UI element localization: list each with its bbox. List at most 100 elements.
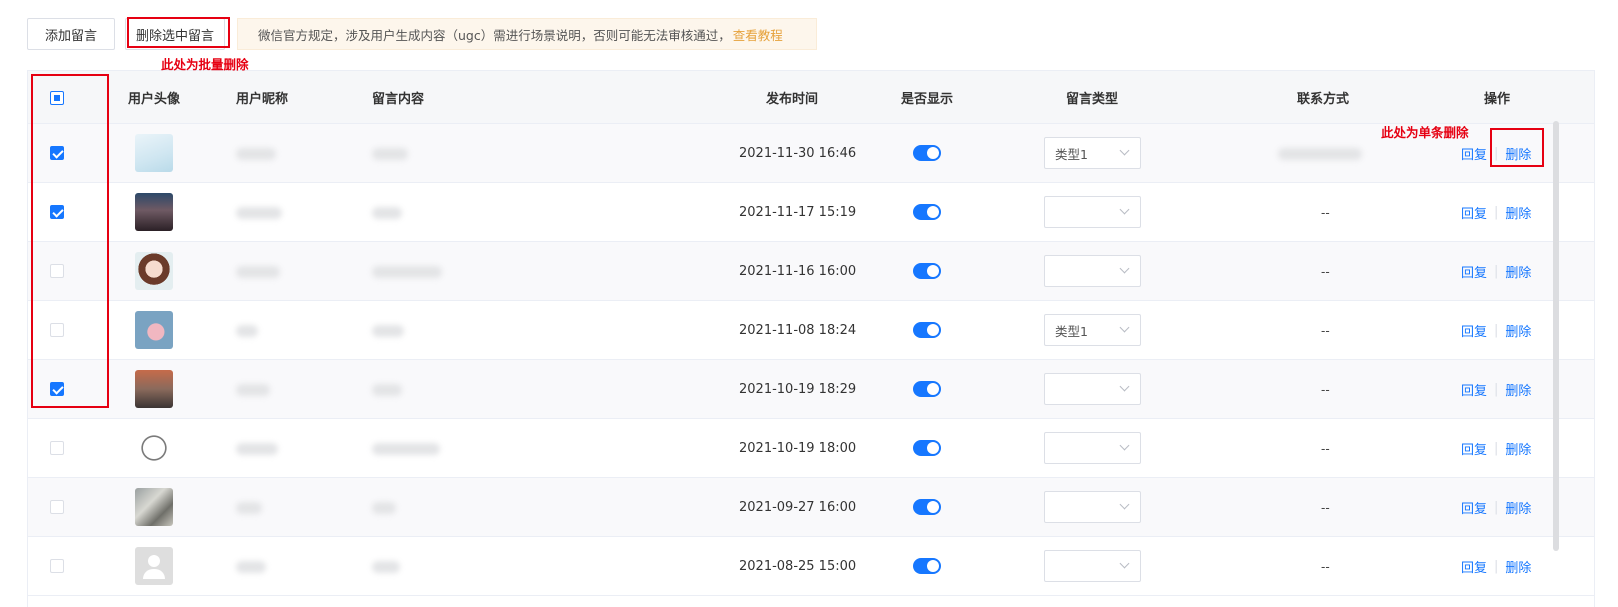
row-checkbox[interactable] bbox=[50, 559, 64, 573]
type-select-cell bbox=[1044, 478, 1141, 536]
avatar-cell bbox=[135, 537, 173, 595]
message-type-select[interactable] bbox=[1044, 373, 1141, 405]
nickname-blurred bbox=[236, 502, 262, 514]
publish-time: 2021-09-27 16:00 bbox=[739, 499, 857, 515]
header-nickname: 用户昵称 bbox=[236, 92, 289, 107]
reply-button[interactable]: 回复 bbox=[1461, 498, 1487, 517]
visible-toggle[interactable] bbox=[913, 204, 941, 220]
message-type-select[interactable] bbox=[1044, 491, 1141, 523]
batch-delete-annotation: 此处为批量删除 bbox=[161, 57, 249, 72]
nickname-blurred bbox=[236, 266, 280, 278]
row-actions: 回复 | 删除 bbox=[1461, 301, 1531, 359]
header-visible: 是否显示 bbox=[901, 92, 954, 107]
row-checkbox-cell bbox=[50, 537, 64, 595]
chevron-down-icon bbox=[1119, 263, 1130, 274]
header-actions: 操作 bbox=[1484, 92, 1511, 107]
message-type-select[interactable] bbox=[1044, 550, 1141, 582]
delete-button[interactable]: 删除 bbox=[1505, 380, 1531, 399]
avatar-cell bbox=[135, 419, 173, 477]
content-blurred bbox=[372, 561, 400, 573]
content-blurred bbox=[372, 325, 404, 337]
action-divider: | bbox=[1494, 440, 1499, 456]
message-type-select[interactable]: 类型1 bbox=[1044, 137, 1141, 169]
type-select-cell bbox=[1044, 419, 1141, 477]
message-type-select[interactable] bbox=[1044, 255, 1141, 287]
avatar-cell bbox=[135, 242, 173, 300]
delete-button[interactable]: 删除 bbox=[1505, 262, 1531, 281]
message-type-value: 类型1 bbox=[1055, 323, 1088, 339]
avatar bbox=[135, 370, 173, 408]
type-select-cell: 类型1 bbox=[1044, 301, 1141, 359]
visible-toggle[interactable] bbox=[913, 558, 941, 574]
view-tutorial-link[interactable]: 查看教程 bbox=[733, 25, 783, 44]
reply-button[interactable]: 回复 bbox=[1461, 380, 1487, 399]
checkbox-column-highlight bbox=[31, 74, 109, 408]
message-type-select[interactable] bbox=[1044, 196, 1141, 228]
avatar-cell bbox=[135, 183, 173, 241]
type-select-cell bbox=[1044, 537, 1141, 595]
messages-table: 用户头像 用户昵称 留言内容 发布时间 是否显示 留言类型 联系方式 操作 20… bbox=[27, 70, 1595, 607]
publish-time: 2021-10-19 18:29 bbox=[739, 381, 857, 397]
reply-button[interactable]: 回复 bbox=[1461, 321, 1487, 340]
visible-toggle[interactable] bbox=[913, 263, 941, 279]
add-message-button[interactable]: 添加留言 bbox=[27, 18, 115, 50]
nickname-blurred bbox=[236, 207, 282, 219]
avatar bbox=[135, 488, 173, 526]
visible-toggle-cell bbox=[913, 183, 941, 241]
table-row: 2021-11-30 16:46 类型1 回复 | 删除 bbox=[28, 124, 1594, 183]
delete-button[interactable]: 删除 bbox=[1505, 203, 1531, 222]
table-row: 2021-10-19 18:29 -- 回复 | 删除 bbox=[28, 360, 1594, 419]
nickname-blurred bbox=[236, 148, 276, 160]
reply-button[interactable]: 回复 bbox=[1461, 439, 1487, 458]
delete-button[interactable]: 删除 bbox=[1505, 321, 1531, 340]
action-divider: | bbox=[1494, 499, 1499, 515]
content-blurred bbox=[372, 148, 408, 160]
contact-info: -- bbox=[1321, 263, 1330, 279]
visible-toggle[interactable] bbox=[913, 499, 941, 515]
visible-toggle-cell bbox=[913, 360, 941, 418]
avatar bbox=[135, 134, 173, 172]
chevron-down-icon bbox=[1119, 499, 1130, 510]
content-blurred bbox=[372, 266, 442, 278]
visible-toggle[interactable] bbox=[913, 145, 941, 161]
reply-button[interactable]: 回复 bbox=[1461, 262, 1487, 281]
chevron-down-icon bbox=[1119, 145, 1130, 156]
contact-info: -- bbox=[1321, 204, 1330, 220]
reply-button[interactable]: 回复 bbox=[1461, 144, 1487, 163]
reply-button[interactable]: 回复 bbox=[1461, 557, 1487, 576]
table-row: 2021-11-17 15:19 -- 回复 | 删除 bbox=[28, 183, 1594, 242]
nickname-blurred bbox=[236, 325, 258, 337]
chevron-down-icon bbox=[1119, 204, 1130, 215]
table-row: 2021-08-25 15:00 -- 回复 | 删除 bbox=[28, 537, 1594, 596]
avatar-cell bbox=[135, 478, 173, 536]
message-type-select[interactable]: 类型1 bbox=[1044, 314, 1141, 346]
row-actions: 回复 | 删除 bbox=[1461, 537, 1531, 595]
contact-info: -- bbox=[1321, 499, 1330, 515]
row-actions: 回复 | 删除 bbox=[1461, 242, 1531, 300]
header-time: 发布时间 bbox=[766, 92, 819, 107]
row-checkbox[interactable] bbox=[50, 500, 64, 514]
table-body: 2021-11-30 16:46 类型1 回复 | 删除 2021-11-17 15:19… bbox=[28, 124, 1594, 596]
visible-toggle-cell bbox=[913, 242, 941, 300]
delete-button[interactable]: 删除 bbox=[1505, 557, 1531, 576]
visible-toggle[interactable] bbox=[913, 381, 941, 397]
row-actions: 回复 | 删除 bbox=[1461, 419, 1531, 477]
row-checkbox[interactable] bbox=[50, 441, 64, 455]
table-scrollbar[interactable] bbox=[1553, 121, 1559, 551]
avatar-cell bbox=[135, 360, 173, 418]
visible-toggle[interactable] bbox=[913, 440, 941, 456]
table-header: 用户头像 用户昵称 留言内容 发布时间 是否显示 留言类型 联系方式 操作 bbox=[28, 71, 1594, 124]
row-actions: 回复 | 删除 bbox=[1461, 183, 1531, 241]
header-type: 留言类型 bbox=[1066, 92, 1119, 107]
contact-info: -- bbox=[1321, 558, 1330, 574]
reply-button[interactable]: 回复 bbox=[1461, 203, 1487, 222]
action-divider: | bbox=[1494, 381, 1499, 397]
message-type-value: 类型1 bbox=[1055, 146, 1088, 162]
message-type-select[interactable] bbox=[1044, 432, 1141, 464]
nickname-blurred bbox=[236, 443, 278, 455]
visible-toggle[interactable] bbox=[913, 322, 941, 338]
visible-toggle-cell bbox=[913, 124, 941, 182]
delete-button[interactable]: 删除 bbox=[1505, 498, 1531, 517]
delete-button[interactable]: 删除 bbox=[1505, 439, 1531, 458]
action-divider: | bbox=[1494, 204, 1499, 220]
